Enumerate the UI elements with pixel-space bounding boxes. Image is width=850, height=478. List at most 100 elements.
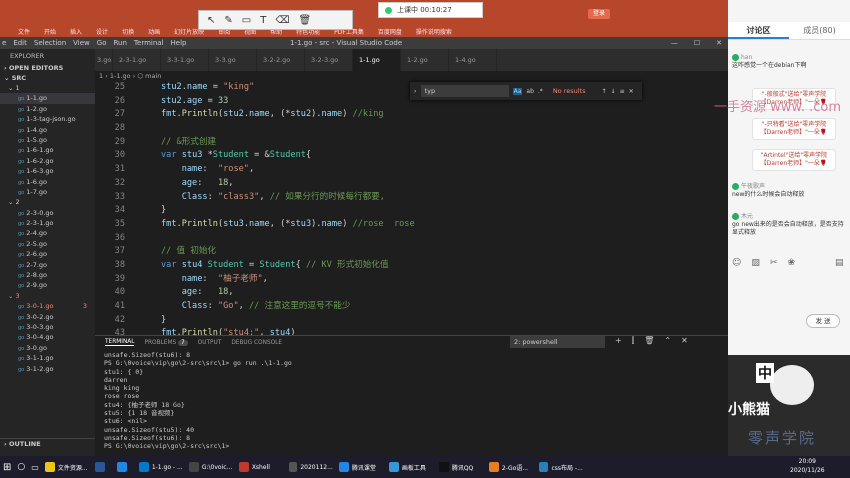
code-editor[interactable]: 25 stu2.name = "king" 26 stu2.age = 33 27 fmt…: [95, 81, 728, 338]
find-in-selection-icon[interactable]: ≡: [620, 88, 625, 95]
editor-tab[interactable]: 3-3-1.go: [161, 49, 209, 71]
split-terminal-icon[interactable]: ⫿: [632, 336, 635, 346]
tree-item[interactable]: ⌄ 1: [0, 83, 95, 93]
send-button[interactable]: 发 送: [806, 314, 840, 328]
taskbar-app[interactable]: 2020112...: [286, 456, 336, 478]
menu-item[interactable]: View: [73, 39, 90, 47]
pen-icon[interactable]: ✎: [224, 15, 232, 26]
tree-item[interactable]: 3-0-4.go: [0, 332, 95, 342]
tree-item[interactable]: 2-7.go: [0, 260, 95, 270]
maximize-icon[interactable]: ☐: [694, 39, 700, 47]
ppt-menu-item[interactable]: 切换: [122, 27, 134, 36]
previous-match-icon[interactable]: ↑: [602, 88, 607, 95]
menu-item[interactable]: e: [2, 39, 6, 47]
ppt-menu-item[interactable]: 开始: [44, 27, 56, 36]
tab-discussion[interactable]: 讨论区: [728, 22, 789, 39]
editor-tab[interactable]: 3-3.go: [209, 49, 257, 71]
tree-item[interactable]: 1-6-1.go: [0, 145, 95, 155]
tree-item[interactable]: 1-6-2.go: [0, 156, 95, 166]
taskbar-app[interactable]: 2-Go语...: [486, 456, 536, 478]
taskbar-app[interactable]: 文件资源...: [42, 456, 92, 478]
tab-terminal[interactable]: TERMINAL: [105, 339, 135, 346]
tree-item[interactable]: ⌄ 2: [0, 197, 95, 207]
tree-item[interactable]: 1-5.go: [0, 135, 95, 145]
menu-item[interactable]: Run: [113, 39, 126, 47]
pointer-icon[interactable]: ↖: [207, 15, 215, 26]
scissors-icon[interactable]: ✂: [770, 258, 778, 268]
ppt-menu-item[interactable]: 设计: [96, 27, 108, 36]
taskbar-app[interactable]: css布局 -...: [536, 456, 586, 478]
taskbar-app[interactable]: G:\0voic...: [186, 456, 236, 478]
flower-icon[interactable]: ❀: [787, 258, 795, 268]
ppt-menu-item[interactable]: 动画: [148, 27, 160, 36]
menu-item[interactable]: Selection: [34, 39, 66, 47]
delete-icon[interactable]: 🗑: [298, 15, 311, 26]
open-editors-section[interactable]: › OPEN EDITORS: [0, 63, 95, 73]
editor-tab[interactable]: 1-2.go: [401, 49, 449, 71]
tree-item[interactable]: 2-8.go: [0, 270, 95, 280]
tree-item[interactable]: ⌄ 3: [0, 291, 95, 301]
taskbar-app[interactable]: [114, 456, 136, 478]
tree-item[interactable]: 2-6.go: [0, 249, 95, 259]
editor-tab[interactable]: 1-1.go: [353, 49, 401, 71]
tree-item[interactable]: 3-0-2.go: [0, 312, 95, 322]
menu-item[interactable]: Terminal: [134, 39, 164, 47]
rect-icon[interactable]: ▭: [242, 15, 251, 26]
tab-problems[interactable]: PROBLEMS 7: [144, 339, 188, 346]
note-icon[interactable]: ▤: [835, 258, 844, 268]
tree-item[interactable]: 1-7.go: [0, 187, 95, 197]
eraser-icon[interactable]: ⌫: [275, 15, 289, 26]
editor-tab[interactable]: 2-3-1.go: [113, 49, 161, 71]
tree-item[interactable]: 1-2.go: [0, 104, 95, 114]
tree-item[interactable]: 1-4.go: [0, 125, 95, 135]
close-find-icon[interactable]: ✕: [629, 88, 634, 95]
search-icon[interactable]: ○: [14, 456, 28, 478]
tab-output[interactable]: OUTPUT: [198, 340, 222, 346]
tree-item[interactable]: 1-3-tag-json.go: [0, 114, 95, 124]
tree-item[interactable]: 3-1-2.go: [0, 364, 95, 374]
tree-item[interactable]: 3-0-1.go 3: [0, 301, 95, 311]
menu-item[interactable]: Edit: [13, 39, 27, 47]
tab-members[interactable]: 成员(80): [789, 22, 850, 39]
ppt-menu-item[interactable]: 插入: [70, 27, 82, 36]
ppt-menu-item[interactable]: 百度网盘: [378, 27, 402, 36]
match-word-toggle[interactable]: ab: [526, 88, 534, 95]
menu-item[interactable]: Help: [171, 39, 187, 47]
taskbar-app[interactable]: [92, 456, 114, 478]
editor-tab[interactable]: 3-2-3.go: [305, 49, 353, 71]
image-icon[interactable]: ▨: [751, 258, 760, 268]
regex-toggle[interactable]: .*: [538, 88, 543, 95]
src-section[interactable]: ⌄ SRC: [0, 73, 95, 83]
tree-item[interactable]: 1-6-3.go: [0, 166, 95, 176]
menu-item[interactable]: Go: [97, 39, 107, 47]
taskbar-app[interactable]: 腾讯课堂: [336, 456, 386, 478]
maximize-panel-icon[interactable]: ⌃: [664, 336, 671, 346]
terminal-output[interactable]: unsafe.Sizeof(stu6): 8 PS G:\0voice\vip\g…: [95, 351, 728, 456]
toggle-replace-icon[interactable]: ›: [414, 87, 417, 95]
taskbar-app[interactable]: Xshell: [236, 456, 286, 478]
task-view-icon[interactable]: ▭: [28, 456, 42, 478]
ppt-menu-item[interactable]: 操作说明搜索: [416, 27, 452, 36]
text-icon[interactable]: T: [260, 15, 266, 26]
close-icon[interactable]: ✕: [716, 39, 722, 47]
tree-item[interactable]: 3-0.go: [0, 343, 95, 353]
start-icon[interactable]: ⊞: [0, 456, 14, 478]
terminal-select[interactable]: 2: powershell: [510, 336, 605, 348]
find-input[interactable]: typ: [420, 85, 509, 97]
minimize-icon[interactable]: —: [671, 39, 678, 47]
editor-tab[interactable]: 3.go: [95, 49, 113, 71]
tree-item[interactable]: 2-5.go: [0, 239, 95, 249]
tree-item[interactable]: 2-9.go: [0, 280, 95, 290]
breadcrumb[interactable]: 1 › 1-1.go › ⬡ main: [95, 71, 728, 81]
ppt-menu-item[interactable]: 文件: [18, 27, 30, 36]
tree-item[interactable]: 1-1.go: [0, 93, 95, 104]
tree-item[interactable]: 1-6.go: [0, 177, 95, 187]
editor-tab[interactable]: 1-4.go: [449, 49, 497, 71]
kill-terminal-icon[interactable]: 🗑: [644, 336, 654, 346]
taskbar-app[interactable]: 腾讯QQ: [436, 456, 486, 478]
taskbar-app[interactable]: 1-1.go - ...: [136, 456, 186, 478]
editor-tab[interactable]: 3-2-2.go: [257, 49, 305, 71]
taskbar-app[interactable]: 画板工具: [386, 456, 436, 478]
tree-item[interactable]: 2-3-0.go: [0, 208, 95, 218]
next-match-icon[interactable]: ↓: [611, 88, 616, 95]
